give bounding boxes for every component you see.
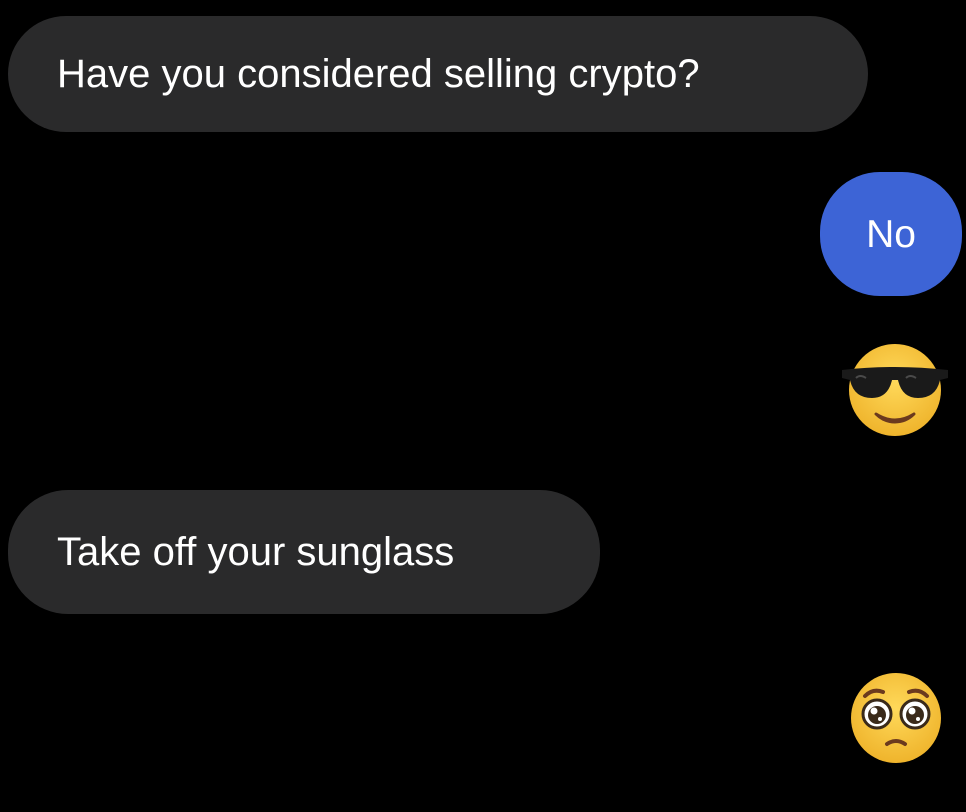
message-text: No (866, 212, 916, 256)
incoming-message-bubble[interactable]: Have you considered selling crypto? (8, 16, 868, 132)
sunglasses-smiling-face-icon[interactable] (836, 340, 954, 440)
chat-thread: Have you considered selling crypto? No T… (0, 0, 966, 812)
outgoing-message-bubble[interactable]: No (820, 172, 962, 296)
incoming-message-bubble[interactable]: Take off your sunglass (8, 490, 600, 614)
message-text: Take off your sunglass (57, 530, 455, 574)
pleading-face-icon[interactable] (843, 670, 949, 766)
message-text: Have you considered selling crypto? (57, 52, 700, 96)
